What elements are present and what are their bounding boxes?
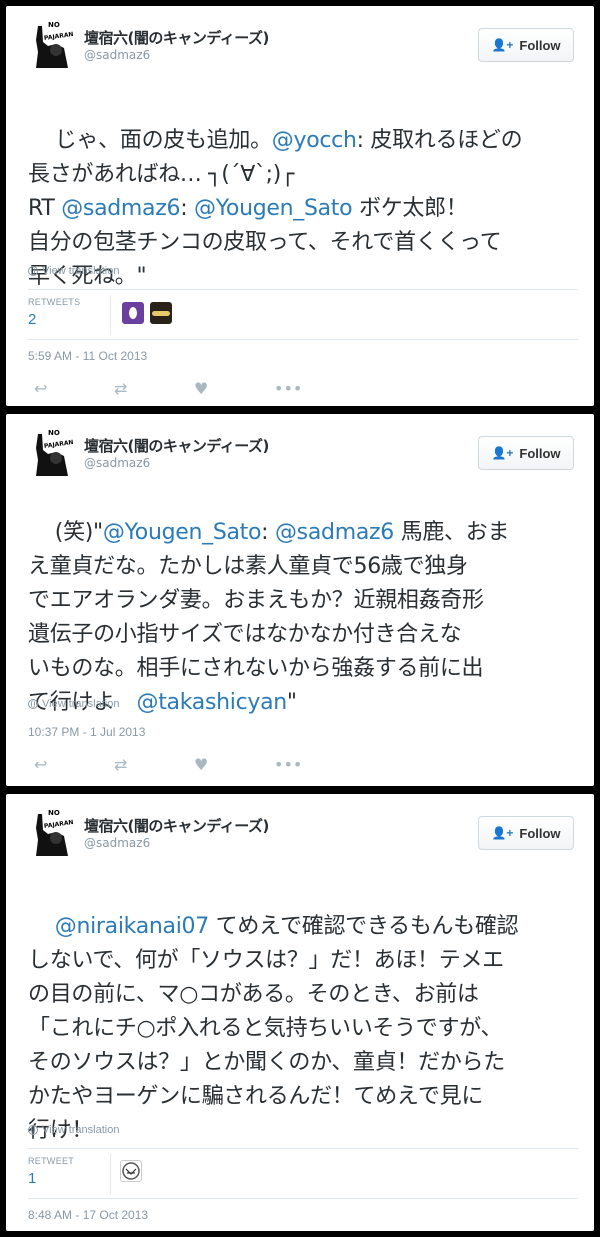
user-handle[interactable]: @sadmaz6 (84, 48, 150, 62)
tweet-card-1: NO PAJARAN 壇宿六(闇のキャンディーズ) @sadmaz6 👤+ Fo… (6, 6, 594, 406)
view-translation-link[interactable]: View translation (28, 698, 119, 710)
tweet-text-segment: (笑)" (54, 520, 103, 545)
globe-icon (28, 1125, 38, 1135)
retweets-label: RETWEET (28, 1156, 75, 1166)
mention-link[interactable]: @yocch (272, 128, 357, 153)
favorite-icon[interactable]: ♥ (194, 379, 274, 398)
follow-button[interactable]: 👤+ Follow (478, 816, 574, 850)
add-user-icon: 👤+ (491, 446, 514, 460)
tweet-text: (笑)"@Yougen_Sato: @sadmaz6 馬鹿、おま え童貞だな。た… (28, 482, 578, 754)
tweet-timestamp[interactable]: 10:37 PM - 1 Jul 2013 (28, 725, 145, 739)
follow-label: Follow (519, 37, 561, 53)
follow-label: Follow (519, 445, 561, 461)
retweets-label: RETWEETS (28, 297, 81, 307)
raised-fist-figure-icon (36, 814, 68, 856)
mention-link[interactable]: @niraikanai07 (55, 914, 209, 939)
mention-link[interactable]: @Yougen_Sato (103, 520, 262, 545)
more-icon[interactable]: ••• (274, 755, 354, 774)
user-handle[interactable]: @sadmaz6 (84, 456, 150, 470)
mention-link[interactable]: @sadmaz6 (61, 196, 180, 221)
divider (28, 1148, 578, 1149)
display-name[interactable]: 壇宿六(闇のキャンディーズ) (84, 815, 269, 836)
globe-icon (28, 266, 38, 276)
follow-button[interactable]: 👤+ Follow (478, 436, 574, 470)
retweet-icon[interactable]: ⇄ (114, 379, 194, 398)
tweet-text-segment: " (286, 690, 297, 715)
stats-separator (110, 1154, 111, 1194)
tweet-text: じゃ、面の皮も追加。@yocch: 皮取れるほどの 長さがあればね… ┐(´∀`… (28, 90, 578, 328)
mention-link[interactable]: @takashicyan (137, 690, 288, 715)
divider (28, 289, 578, 290)
display-name[interactable]: 壇宿六(闇のキャンディーズ) (84, 435, 269, 456)
mention-link[interactable]: @sadmaz6 (275, 520, 394, 545)
display-name[interactable]: 壇宿六(闇のキャンディーズ) (84, 27, 269, 48)
view-translation-link[interactable]: View translation (28, 265, 119, 277)
tweet-card-3: NO PAJARAN 壇宿六(闇のキャンディーズ) @sadmaz6 👤+ Fo… (6, 794, 594, 1231)
reply-icon[interactable]: ↩ (34, 379, 114, 398)
tweet-timestamp[interactable]: 5:59 AM - 11 Oct 2013 (28, 349, 147, 363)
tweet-timestamp[interactable]: 8:48 AM - 17 Oct 2013 (28, 1208, 148, 1222)
favorite-icon[interactable]: ♥ (194, 755, 274, 774)
stats-separator (110, 295, 111, 335)
view-translation-label: View translation (42, 1124, 120, 1136)
add-user-icon: 👤+ (491, 826, 514, 840)
emblem-icon (122, 1162, 140, 1180)
retweets-count[interactable]: 1 (28, 1170, 36, 1187)
avatar[interactable]: NO PAJARAN (28, 428, 76, 476)
view-translation-link[interactable]: View translation (28, 1124, 119, 1136)
retweeter-avatar[interactable] (122, 302, 144, 324)
divider (28, 1198, 578, 1199)
raised-fist-figure-icon (36, 26, 68, 68)
retweets-count[interactable]: 2 (28, 311, 36, 328)
user-handle[interactable]: @sadmaz6 (84, 836, 150, 850)
view-translation-label: View translation (42, 698, 120, 710)
follow-button[interactable]: 👤+ Follow (478, 28, 574, 62)
retweeter-avatar[interactable] (120, 1160, 142, 1182)
tweet-card-2: NO PAJARAN 壇宿六(闇のキャンディーズ) @sadmaz6 👤+ Fo… (6, 414, 594, 786)
globe-icon (28, 699, 38, 709)
tweet-text-segment: : (261, 520, 275, 545)
retweeter-avatar[interactable] (150, 302, 172, 324)
raised-fist-figure-icon (36, 434, 68, 476)
tweet-text: @niraikanai07 てめえで確認できるもんも確認 しないで、何が「ソウス… (28, 876, 578, 1182)
tweet-text-segment: てめえで確認できるもんも確認 しないで、何が「ソウスは？」だ！あほ！テメエ の目… (28, 914, 519, 1143)
add-user-icon: 👤+ (491, 38, 514, 52)
reply-icon[interactable]: ↩ (34, 755, 114, 774)
tweet-text-segment: 馬鹿、おま え童貞だな。たかしは素人童貞で56歳で独身 でエアオランダ妻。おまえ… (28, 520, 510, 715)
follow-label: Follow (519, 825, 561, 841)
retweet-icon[interactable]: ⇄ (114, 755, 194, 774)
tweet-text-segment: : (180, 196, 194, 221)
avatar[interactable]: NO PAJARAN (28, 20, 76, 68)
view-translation-label: View translation (42, 265, 120, 277)
divider (28, 339, 578, 340)
tweet-actions: ↩ ⇄ ♥ ••• (34, 755, 354, 774)
tweet-text-segment: じゃ、面の皮も追加。 (54, 128, 272, 153)
more-icon[interactable]: ••• (274, 379, 354, 398)
avatar[interactable]: NO PAJARAN (28, 808, 76, 856)
tweet-actions: ↩ ⇄ ♥ ••• (34, 379, 354, 398)
mention-link[interactable]: @Yougen_Sato (194, 196, 353, 221)
